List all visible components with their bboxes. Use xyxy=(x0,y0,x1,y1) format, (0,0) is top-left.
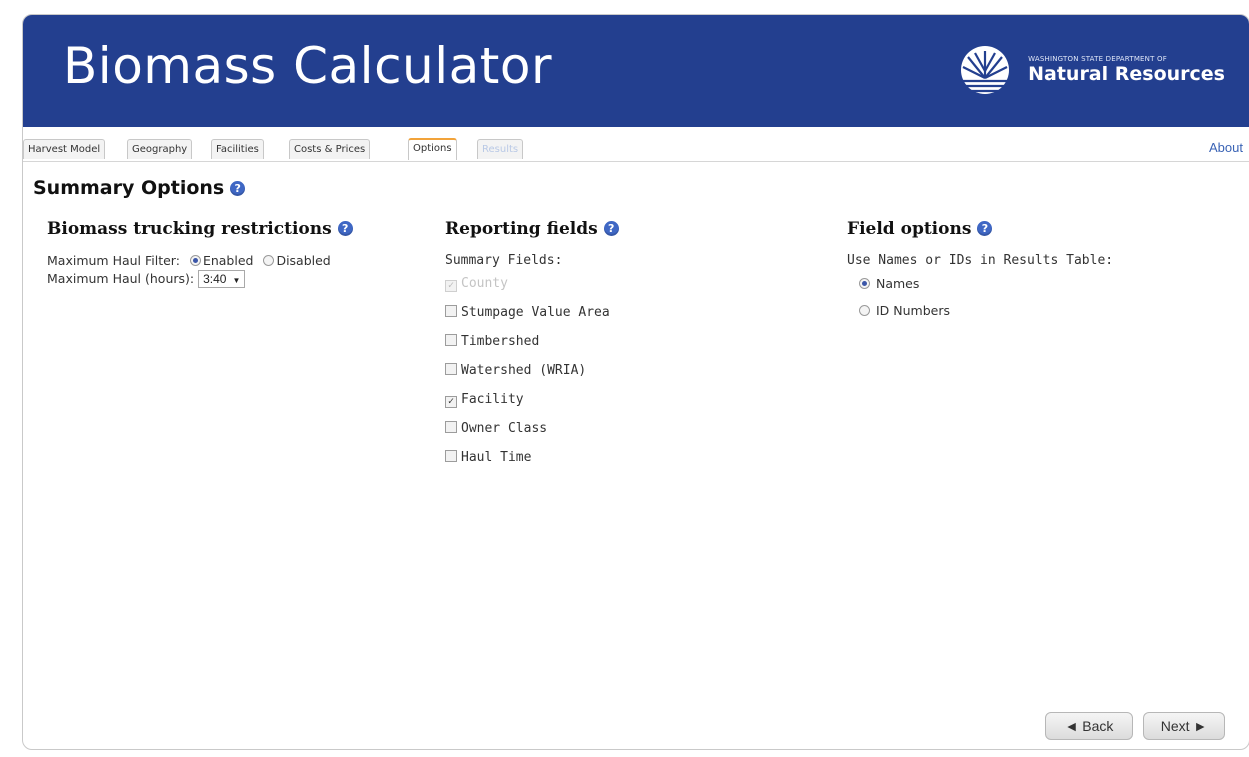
field-timbershed[interactable]: Timbershed xyxy=(445,334,619,363)
ids-radio[interactable] xyxy=(859,305,870,316)
haul-filter-disabled-radio[interactable] xyxy=(263,255,275,266)
timbershed-checkbox[interactable] xyxy=(445,334,457,346)
trucking-section: Biomass trucking restrictions? Maximum H… xyxy=(47,219,353,288)
names-or-ids-question: Use Names or IDs in Results Table: xyxy=(847,253,1114,268)
max-haul-value: 3:40 xyxy=(203,272,227,286)
field-haul-time[interactable]: Haul Time xyxy=(445,450,619,479)
field-timbershed-label[interactable]: Timbershed xyxy=(461,334,539,349)
field-owner-class[interactable]: Owner Class xyxy=(445,421,619,450)
haul-time-checkbox[interactable] xyxy=(445,450,457,462)
help-icon[interactable]: ? xyxy=(230,181,246,196)
tab-facilities[interactable]: Facilities xyxy=(211,139,264,159)
haul-filter-enabled-radio[interactable] xyxy=(189,255,201,266)
tab-geography[interactable]: Geography xyxy=(127,139,193,159)
back-button[interactable]: ◄ Back xyxy=(1045,712,1133,740)
tab-bar: Harvest Model Geography Facilities Costs… xyxy=(23,138,1249,162)
page-title: Summary Options? xyxy=(33,177,246,199)
field-watershed[interactable]: Watershed (WRIA) xyxy=(445,363,619,392)
tab-harvest-model[interactable]: Harvest Model xyxy=(23,139,106,159)
reporting-section: Reporting fields? Summary Fields: ✓ Count… xyxy=(445,219,619,479)
field-stumpage-label[interactable]: Stumpage Value Area xyxy=(461,305,610,320)
dnr-logo: WASHINGTON STATE DEPARTMENT OF Natural R… xyxy=(950,45,1225,95)
haul-filter-row: Maximum Haul Filter: Enabled Disabled xyxy=(47,253,353,268)
trucking-heading: Biomass trucking restrictions? xyxy=(47,219,353,239)
field-stumpage[interactable]: Stumpage Value Area xyxy=(445,305,619,334)
field-options-section: Field options? Use Names or IDs in Resul… xyxy=(847,219,1113,318)
page-title-text: Summary Options xyxy=(33,177,225,199)
field-haul-time-label[interactable]: Haul Time xyxy=(461,450,531,465)
stumpage-checkbox[interactable] xyxy=(445,305,457,317)
haul-filter-label: Maximum Haul Filter: xyxy=(47,253,180,268)
option-ids-row[interactable]: ID Numbers xyxy=(847,303,1113,318)
facility-checkbox[interactable]: ✓ xyxy=(445,396,457,408)
summary-fields-label: Summary Fields: xyxy=(445,253,563,268)
next-button[interactable]: Next ► xyxy=(1143,712,1225,740)
field-owner-class-label[interactable]: Owner Class xyxy=(461,421,547,436)
help-icon[interactable]: ? xyxy=(337,221,353,236)
owner-class-checkbox[interactable] xyxy=(445,421,457,433)
max-haul-label: Maximum Haul (hours): xyxy=(47,271,195,286)
field-facility[interactable]: ✓ Facility xyxy=(445,392,619,421)
max-haul-row: Maximum Haul (hours): 3:40 ▼ xyxy=(47,270,353,288)
trucking-heading-text: Biomass trucking restrictions xyxy=(47,219,332,239)
tab-results: Results xyxy=(477,139,524,159)
max-haul-select[interactable]: 3:40 ▼ xyxy=(198,270,246,288)
county-checkbox: ✓ xyxy=(445,280,457,292)
names-radio[interactable] xyxy=(859,278,870,289)
ids-label[interactable]: ID Numbers xyxy=(876,303,950,318)
header-banner: Biomass Calculator WASHINGTON STATE DEPA… xyxy=(23,15,1249,127)
help-icon[interactable]: ? xyxy=(977,221,993,236)
option-names-row[interactable]: Names xyxy=(847,276,1113,291)
tab-options[interactable]: Options xyxy=(408,138,457,160)
field-options-heading-text: Field options xyxy=(847,219,972,239)
reporting-heading-text: Reporting fields xyxy=(445,219,598,239)
tab-costs-prices[interactable]: Costs & Prices xyxy=(289,139,371,159)
field-options-heading: Field options? xyxy=(847,219,1113,239)
help-icon[interactable]: ? xyxy=(603,221,619,236)
watershed-checkbox[interactable] xyxy=(445,363,457,375)
field-watershed-label[interactable]: Watershed (WRIA) xyxy=(461,363,586,378)
dnr-tree-logo-icon xyxy=(961,46,1010,94)
app-frame: Biomass Calculator WASHINGTON STATE DEPA… xyxy=(22,14,1249,750)
reporting-heading: Reporting fields? xyxy=(445,219,619,239)
names-label[interactable]: Names xyxy=(876,276,919,291)
haul-filter-disabled-label[interactable]: Disabled xyxy=(276,253,330,268)
field-county-label: County xyxy=(461,276,508,291)
field-county: ✓ County xyxy=(445,276,619,305)
field-facility-label[interactable]: Facility xyxy=(461,392,524,407)
haul-filter-enabled-label[interactable]: Enabled xyxy=(203,253,254,268)
about-link[interactable]: About xyxy=(1209,140,1243,155)
org-line-2: Natural Resources xyxy=(1028,63,1225,85)
app-title: Biomass Calculator xyxy=(63,37,553,95)
chevron-down-icon: ▼ xyxy=(232,276,241,285)
org-line-1: WASHINGTON STATE DEPARTMENT OF xyxy=(1028,55,1167,63)
summary-fields-list: ✓ County Stumpage Value Area Timbershed W… xyxy=(445,276,619,479)
